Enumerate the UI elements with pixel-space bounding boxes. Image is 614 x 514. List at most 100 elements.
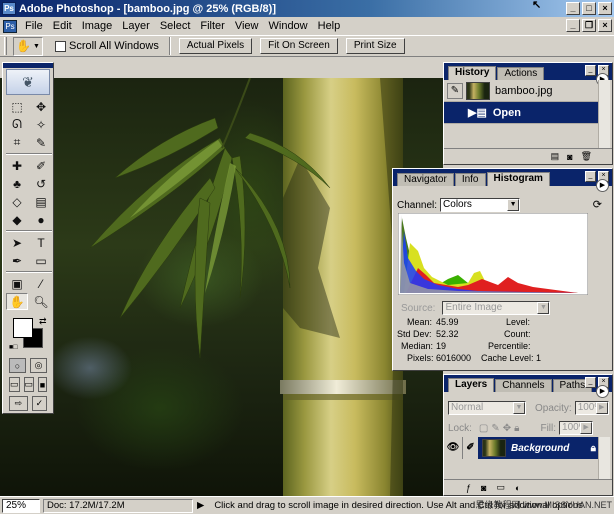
quick-mask-mode-icon[interactable]: ◎ <box>30 358 47 373</box>
toolbox-title-strip[interactable] <box>3 63 53 68</box>
menu-layer[interactable]: Layer <box>117 20 155 32</box>
actual-pixels-button[interactable]: Actual Pixels <box>178 38 253 54</box>
layers-scrollbar[interactable] <box>598 437 610 479</box>
hand-tool-icon[interactable]: ✋ <box>6 293 28 310</box>
blend-mode-select[interactable]: Normal ▼ <box>448 401 526 415</box>
layers-panel-menu-button[interactable]: ▶ <box>596 385 609 398</box>
panel-minimize-button[interactable]: _ <box>585 171 596 182</box>
panel-minimize-button[interactable]: _ <box>585 377 596 388</box>
fit-on-screen-button[interactable]: Fit On Screen <box>260 38 338 54</box>
dodge-tool-icon[interactable]: ● <box>30 211 52 228</box>
eraser-tool-icon[interactable]: ◇ <box>6 193 28 210</box>
layer-mask-icon[interactable]: ◙ <box>481 483 486 493</box>
refresh-icon[interactable]: ⟳ <box>593 198 602 211</box>
notes-tool-icon[interactable]: ▣ <box>6 275 28 292</box>
zoom-tool-icon[interactable]: 🔍︎ <box>30 293 52 310</box>
eyedropper-tool-icon[interactable]: ⁄ <box>30 275 52 292</box>
layer-style-icon[interactable]: ƒ <box>466 483 471 493</box>
foreground-color-swatch[interactable] <box>13 318 33 338</box>
maximize-button[interactable]: □ <box>582 2 596 15</box>
menu-select[interactable]: Select <box>155 20 196 32</box>
menu-window[interactable]: Window <box>264 20 313 32</box>
lock-image-icon[interactable]: ✎ <box>491 423 499 434</box>
checkbox-box[interactable] <box>55 40 66 52</box>
brush-tool-icon[interactable]: ✐ <box>30 157 52 174</box>
menu-image[interactable]: Image <box>77 20 118 32</box>
layer-row-background[interactable]: 👁︎ ✐ Background 🔒︎ <box>444 437 600 459</box>
history-source-icon[interactable]: ✎ <box>447 82 463 99</box>
tab-info[interactable]: Info <box>454 173 486 186</box>
tab-navigator[interactable]: Navigator <box>397 173 454 186</box>
type-tool-icon[interactable]: T <box>30 234 52 251</box>
scroll-all-windows-checkbox[interactable]: Scroll All Windows <box>55 40 159 52</box>
shape-tool-icon[interactable]: ▭ <box>30 252 52 269</box>
move-tool-icon[interactable]: ✥ <box>30 98 52 115</box>
slice-tool-icon[interactable]: ✎ <box>30 134 52 151</box>
source-select[interactable]: Entire Image ▼ <box>442 301 551 315</box>
panel-minimize-button[interactable]: _ <box>585 65 596 76</box>
full-screen-menu-mode-icon[interactable]: ▭ <box>23 377 35 392</box>
full-screen-mode-icon[interactable]: ■ <box>38 377 47 392</box>
layer-brush-icon[interactable]: ✐ <box>462 437 478 459</box>
lock-transparency-icon[interactable]: ▢ <box>479 423 488 434</box>
healing-brush-tool-icon[interactable]: ✚ <box>6 157 28 174</box>
document-icon[interactable]: Ps <box>3 19 17 33</box>
minimize-button[interactable]: _ <box>566 2 580 15</box>
swap-colors-icon[interactable]: ⇄ <box>39 316 47 327</box>
image-canvas[interactable] <box>0 78 443 496</box>
new-snapshot-icon[interactable]: ◙ <box>567 152 572 162</box>
gradient-tool-icon[interactable]: ▤ <box>30 193 52 210</box>
options-bar-grip[interactable] <box>4 37 7 55</box>
jump-to-imageready-icon[interactable]: ⇨ <box>9 396 28 411</box>
adjustment-layer-icon[interactable]: ◐ <box>515 483 520 493</box>
default-colors-icon[interactable]: ■□ <box>9 344 17 351</box>
history-state-row[interactable]: ▶▤ Open <box>444 102 598 124</box>
adobe-online-feather-icon[interactable]: ❦ <box>6 69 50 95</box>
doc-restore-button[interactable]: ❐ <box>582 19 596 32</box>
opacity-field[interactable]: 100% ▶ <box>574 401 609 415</box>
path-selection-tool-icon[interactable]: ➤ <box>6 234 28 251</box>
marquee-tool-icon[interactable]: ⬚ <box>6 98 28 115</box>
layer-visibility-eye-icon[interactable]: 👁︎ <box>444 437 462 459</box>
print-size-button[interactable]: Print Size <box>345 38 405 54</box>
tab-histogram[interactable]: Histogram <box>486 172 550 186</box>
menu-filter[interactable]: Filter <box>195 20 229 32</box>
magic-wand-tool-icon[interactable]: ✧ <box>30 116 52 133</box>
lock-all-icon[interactable]: 🔒︎ <box>514 423 519 434</box>
fill-field[interactable]: 100% ▶ <box>559 421 594 435</box>
histogram-panel-menu-button[interactable]: ▶ <box>596 179 609 192</box>
history-snapshot-row[interactable]: ✎ bamboo.jpg <box>444 80 598 102</box>
pen-tool-icon[interactable]: ✒ <box>6 252 28 269</box>
channel-label: Channel: <box>397 199 438 211</box>
menu-view[interactable]: View <box>230 20 264 32</box>
standard-mode-icon[interactable]: ○ <box>9 358 26 373</box>
menu-edit[interactable]: Edit <box>48 20 77 32</box>
standard-screen-mode-icon[interactable]: ▭ <box>9 377 20 392</box>
crop-tool-icon[interactable]: ⌗ <box>6 134 28 151</box>
doc-close-button[interactable]: × <box>598 19 612 32</box>
doc-minimize-button[interactable]: _ <box>566 19 580 32</box>
status-menu-arrow-icon[interactable]: ▶ <box>197 500 204 511</box>
blur-tool-icon[interactable]: ◆ <box>6 211 28 228</box>
lock-position-icon[interactable]: ✥ <box>503 423 511 434</box>
tab-channels[interactable]: Channels <box>495 379 552 392</box>
clone-stamp-tool-icon[interactable]: ♣ <box>6 175 28 192</box>
new-document-from-state-icon[interactable]: ▤ <box>551 151 560 162</box>
imageready-icon[interactable]: ✓ <box>31 396 47 411</box>
lasso-tool-icon[interactable]: ᘏ <box>6 116 28 133</box>
tab-actions[interactable]: Actions <box>497 67 545 80</box>
history-brush-tool-icon[interactable]: ↺ <box>30 175 52 192</box>
menu-file[interactable]: File <box>20 20 48 32</box>
tab-history[interactable]: History <box>448 66 497 80</box>
channel-select[interactable]: Colors ▼ <box>440 198 521 212</box>
delete-state-icon[interactable]: 🗑︎ <box>581 151 592 162</box>
new-set-icon[interactable]: ▭ <box>496 482 505 493</box>
zoom-level-field[interactable]: 25% <box>2 498 40 513</box>
close-button[interactable]: × <box>598 2 612 15</box>
tool-preset-picker[interactable]: ✋ ▼ <box>13 36 43 56</box>
menu-help[interactable]: Help <box>313 20 346 32</box>
document-size-info[interactable]: Doc: 17.2M/17.2M <box>43 498 193 513</box>
history-scrollbar[interactable] <box>598 80 610 148</box>
tab-layers[interactable]: Layers <box>448 378 495 392</box>
photoshop-app-icon[interactable]: Ps <box>2 2 16 15</box>
